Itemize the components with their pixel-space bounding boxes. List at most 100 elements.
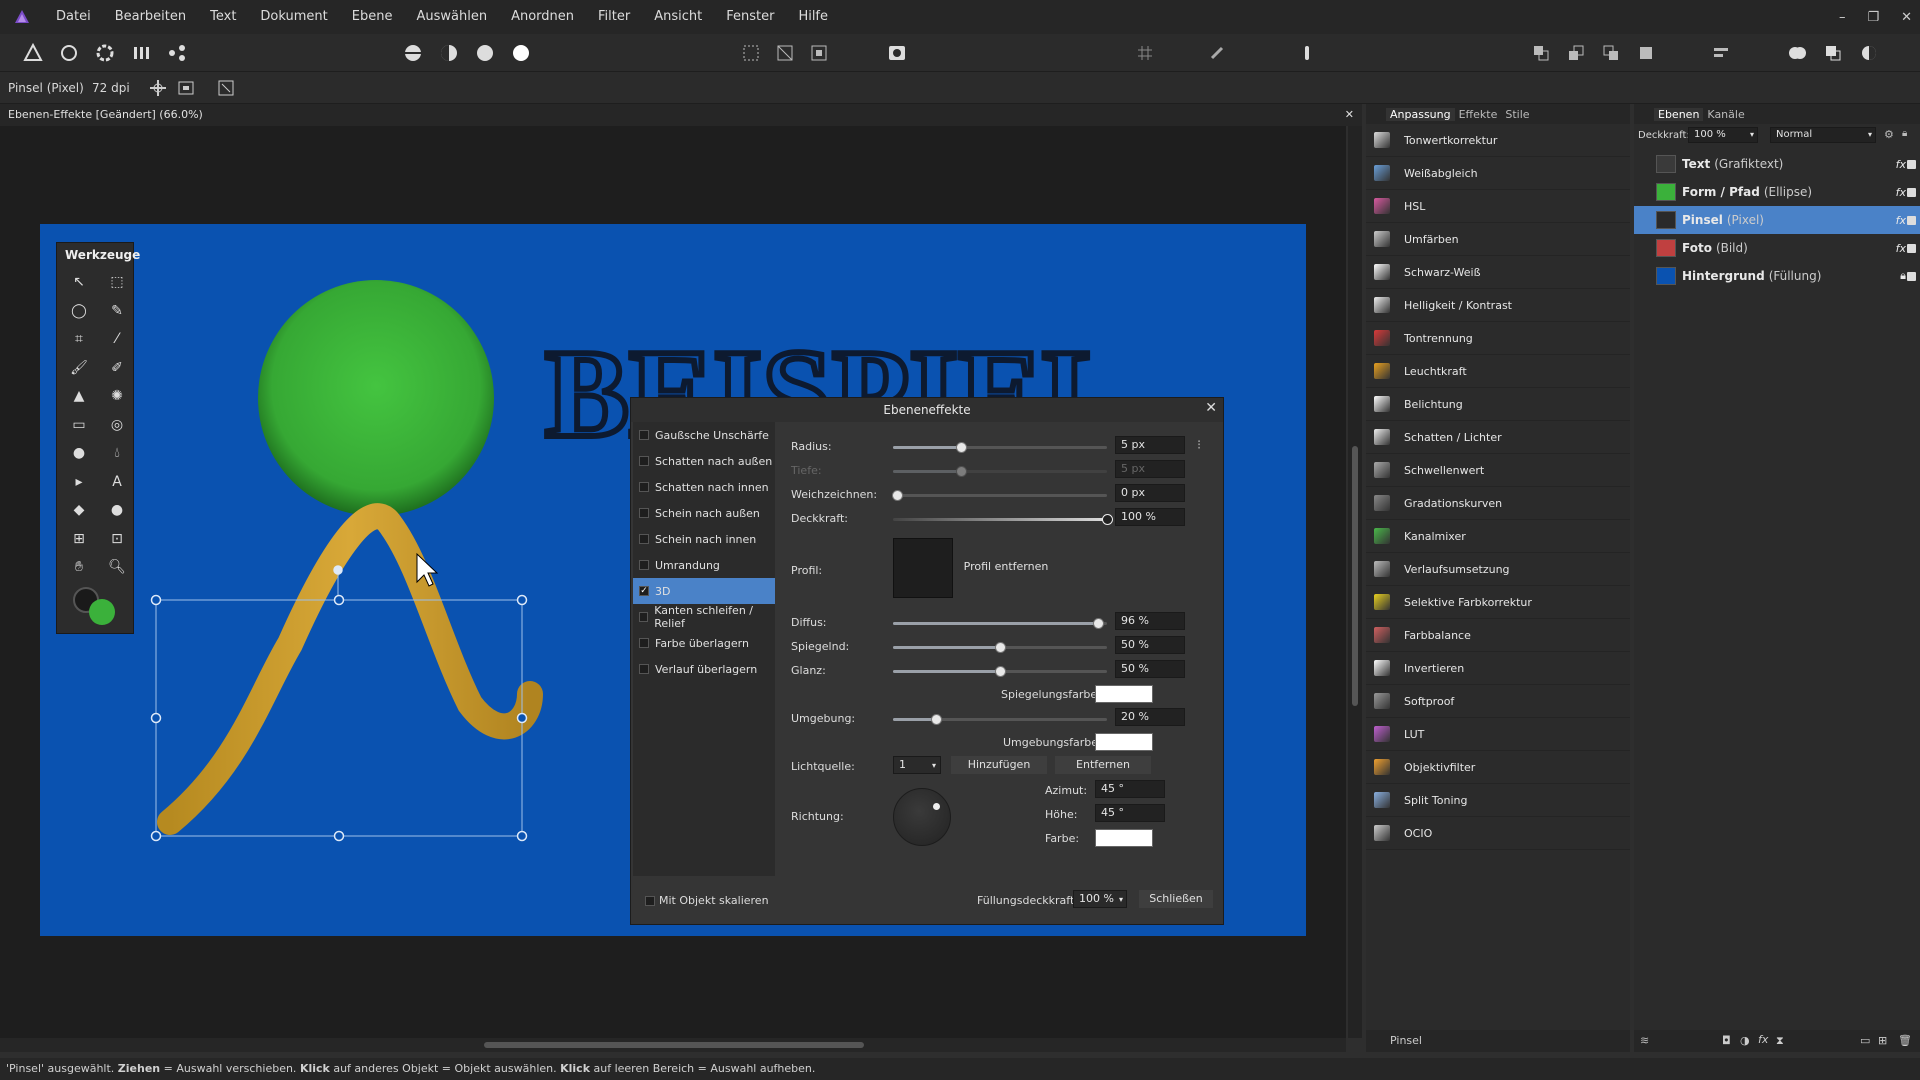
adjustment-item[interactable]: Verlaufsumsetzung (1366, 553, 1630, 586)
glanz-slider[interactable] (893, 666, 1107, 677)
adjustment-item[interactable]: LUT (1366, 718, 1630, 751)
adjustment-tab[interactable]: Effekte (1455, 108, 1502, 121)
snapping-icon[interactable] (1206, 42, 1228, 64)
effect-item[interactable]: Schein nach außen (633, 500, 775, 526)
effect-checkbox[interactable] (639, 456, 649, 466)
menu-6[interactable]: Anordnen (499, 0, 586, 34)
invert-selection-icon[interactable] (808, 42, 830, 64)
auto-levels-icon[interactable] (402, 42, 424, 64)
assistant-icon[interactable] (1296, 42, 1318, 64)
adjustment-item[interactable]: Split Toning (1366, 784, 1630, 817)
layer-fx-icon[interactable]: fx (1896, 214, 1906, 227)
develop-persona-icon[interactable] (94, 42, 116, 64)
effect-checkbox[interactable]: ✓ (639, 586, 649, 596)
effect-item[interactable]: Schatten nach innen (633, 474, 775, 500)
effect-item[interactable]: Verlauf überlagern (633, 656, 775, 682)
layers-stack-icon[interactable]: ≋ (1640, 1034, 1649, 1047)
effect-item[interactable]: Schatten nach außen (633, 448, 775, 474)
layer-visibility-checkbox[interactable] (1907, 271, 1916, 281)
healing-brush-icon[interactable]: ✺ (103, 383, 131, 409)
mask-layer-icon[interactable]: ◘ (1722, 1034, 1731, 1047)
add-layer-icon[interactable]: ⊞ (1878, 1034, 1887, 1047)
adjustment-item[interactable]: Kanalmixer (1366, 520, 1630, 553)
adjustment-item[interactable]: Umfärben (1366, 223, 1630, 256)
effect-checkbox[interactable] (639, 638, 649, 648)
dodge-icon[interactable]: ● (65, 440, 93, 466)
layer-visibility-checkbox[interactable] (1907, 187, 1916, 197)
profile-preview[interactable] (893, 538, 953, 598)
weichzeichnen-value[interactable]: 0 px (1115, 484, 1185, 502)
arrange-back-icon[interactable] (1530, 42, 1552, 64)
grid-tool-icon[interactable]: ⊡ (103, 526, 131, 552)
boolean-add-icon[interactable] (1786, 42, 1808, 64)
menu-7[interactable]: Filter (586, 0, 642, 34)
menu-8[interactable]: Ansicht (642, 0, 714, 34)
restore-button[interactable]: ❐ (1867, 10, 1879, 25)
menu-9[interactable]: Fenster (714, 0, 786, 34)
umgebung-slider[interactable] (893, 714, 1107, 725)
effect-item[interactable]: ✓ 3D (633, 578, 775, 604)
transform-icon[interactable] (176, 78, 196, 98)
entfernen-button[interactable]: Entfernen (1055, 756, 1151, 774)
eraser-icon[interactable]: ▭ (65, 412, 93, 438)
layer-visibility-checkbox[interactable] (1907, 159, 1916, 169)
vertical-scrollbar[interactable] (1348, 126, 1362, 1038)
effect-checkbox[interactable] (639, 560, 649, 570)
tone-mapping-persona-icon[interactable] (130, 42, 152, 64)
glanz-value[interactable]: 50 % (1115, 660, 1185, 678)
quick-mask-icon[interactable] (886, 42, 908, 64)
arrange-forward-icon[interactable] (1600, 42, 1622, 64)
adjustment-item[interactable]: Schwarz-Weiß (1366, 256, 1630, 289)
export-persona-icon[interactable] (166, 42, 188, 64)
selection-brush-icon[interactable]: ✎ (103, 298, 131, 324)
arrange-front-icon[interactable] (1635, 42, 1657, 64)
layer-fx-icon[interactable]: fx (1896, 158, 1906, 171)
vertical-scroll-thumb[interactable] (1352, 446, 1358, 706)
fx-icon[interactable]: fx (1758, 1033, 1768, 1046)
adjustment-item[interactable]: OCIO (1366, 817, 1630, 850)
fill-tool-icon[interactable]: ◆ (65, 497, 93, 523)
blend-mode-select[interactable]: Normal ▾ (1770, 127, 1876, 143)
adjustment-item[interactable]: Gradationskurven (1366, 487, 1630, 520)
move-icon[interactable] (148, 78, 168, 98)
arrange-backward-icon[interactable] (1565, 42, 1587, 64)
layer-row[interactable]: Text (Grafiktext) fx (1634, 150, 1920, 178)
layer-visibility-checkbox[interactable] (1907, 243, 1916, 253)
layer-row[interactable]: Foto (Bild) fx (1634, 234, 1920, 262)
effect-checkbox[interactable] (639, 482, 649, 492)
adjustment-item[interactable]: Farbbalance (1366, 619, 1630, 652)
diffus-slider[interactable] (893, 618, 1107, 629)
lasso-tool-icon[interactable]: ◯ (65, 298, 93, 324)
node-tool-icon[interactable]: ▸ (65, 469, 93, 495)
menu-3[interactable]: Dokument (248, 0, 339, 34)
azimut-value[interactable]: 45 ° (1095, 780, 1165, 798)
umgebungsfarbe-swatch[interactable] (1095, 733, 1153, 751)
adjustment-item[interactable]: HSL (1366, 190, 1630, 223)
effect-checkbox[interactable] (639, 534, 649, 544)
hinzufuegen-button[interactable]: Hinzufügen (951, 756, 1047, 774)
adjustment-item[interactable]: Tontrennung (1366, 322, 1630, 355)
boolean-subtract-icon[interactable] (1822, 42, 1844, 64)
pencil-icon[interactable]: ✐ (103, 355, 131, 381)
retouch-icon[interactable]: ◎ (103, 412, 131, 438)
fuellungsdeckkraft-select[interactable]: 100 % ▾ (1073, 890, 1127, 908)
app-logo-icon[interactable] (0, 0, 44, 34)
boolean-intersect-icon[interactable] (1858, 42, 1880, 64)
auto-colors-icon[interactable] (474, 42, 496, 64)
spiegelnd-slider[interactable] (893, 642, 1107, 653)
effect-checkbox[interactable] (639, 508, 649, 518)
layer-row[interactable]: Hintergrund (Füllung) 🔒︎ (1634, 262, 1920, 290)
layers-tab[interactable]: Ebenen (1654, 107, 1704, 121)
mit-objekt-skalieren-checkbox[interactable] (645, 896, 655, 906)
liquify-persona-icon[interactable] (58, 42, 80, 64)
select-all-icon[interactable] (774, 42, 796, 64)
profil-entfernen-button[interactable]: Profil entfernen (961, 558, 1051, 576)
mesh-warp-icon[interactable]: ⊞ (65, 526, 93, 552)
auto-white-balance-icon[interactable] (510, 42, 532, 64)
farbe-swatch[interactable] (1095, 829, 1153, 847)
layer-row[interactable]: Form / Pfad (Ellipse) fx (1634, 178, 1920, 206)
radius-slider[interactable] (893, 442, 1107, 453)
adjustment-item[interactable]: Schatten / Lichter (1366, 421, 1630, 454)
effect-item[interactable]: Umrandung (633, 552, 775, 578)
horizontal-scrollbar[interactable] (0, 1038, 1346, 1052)
